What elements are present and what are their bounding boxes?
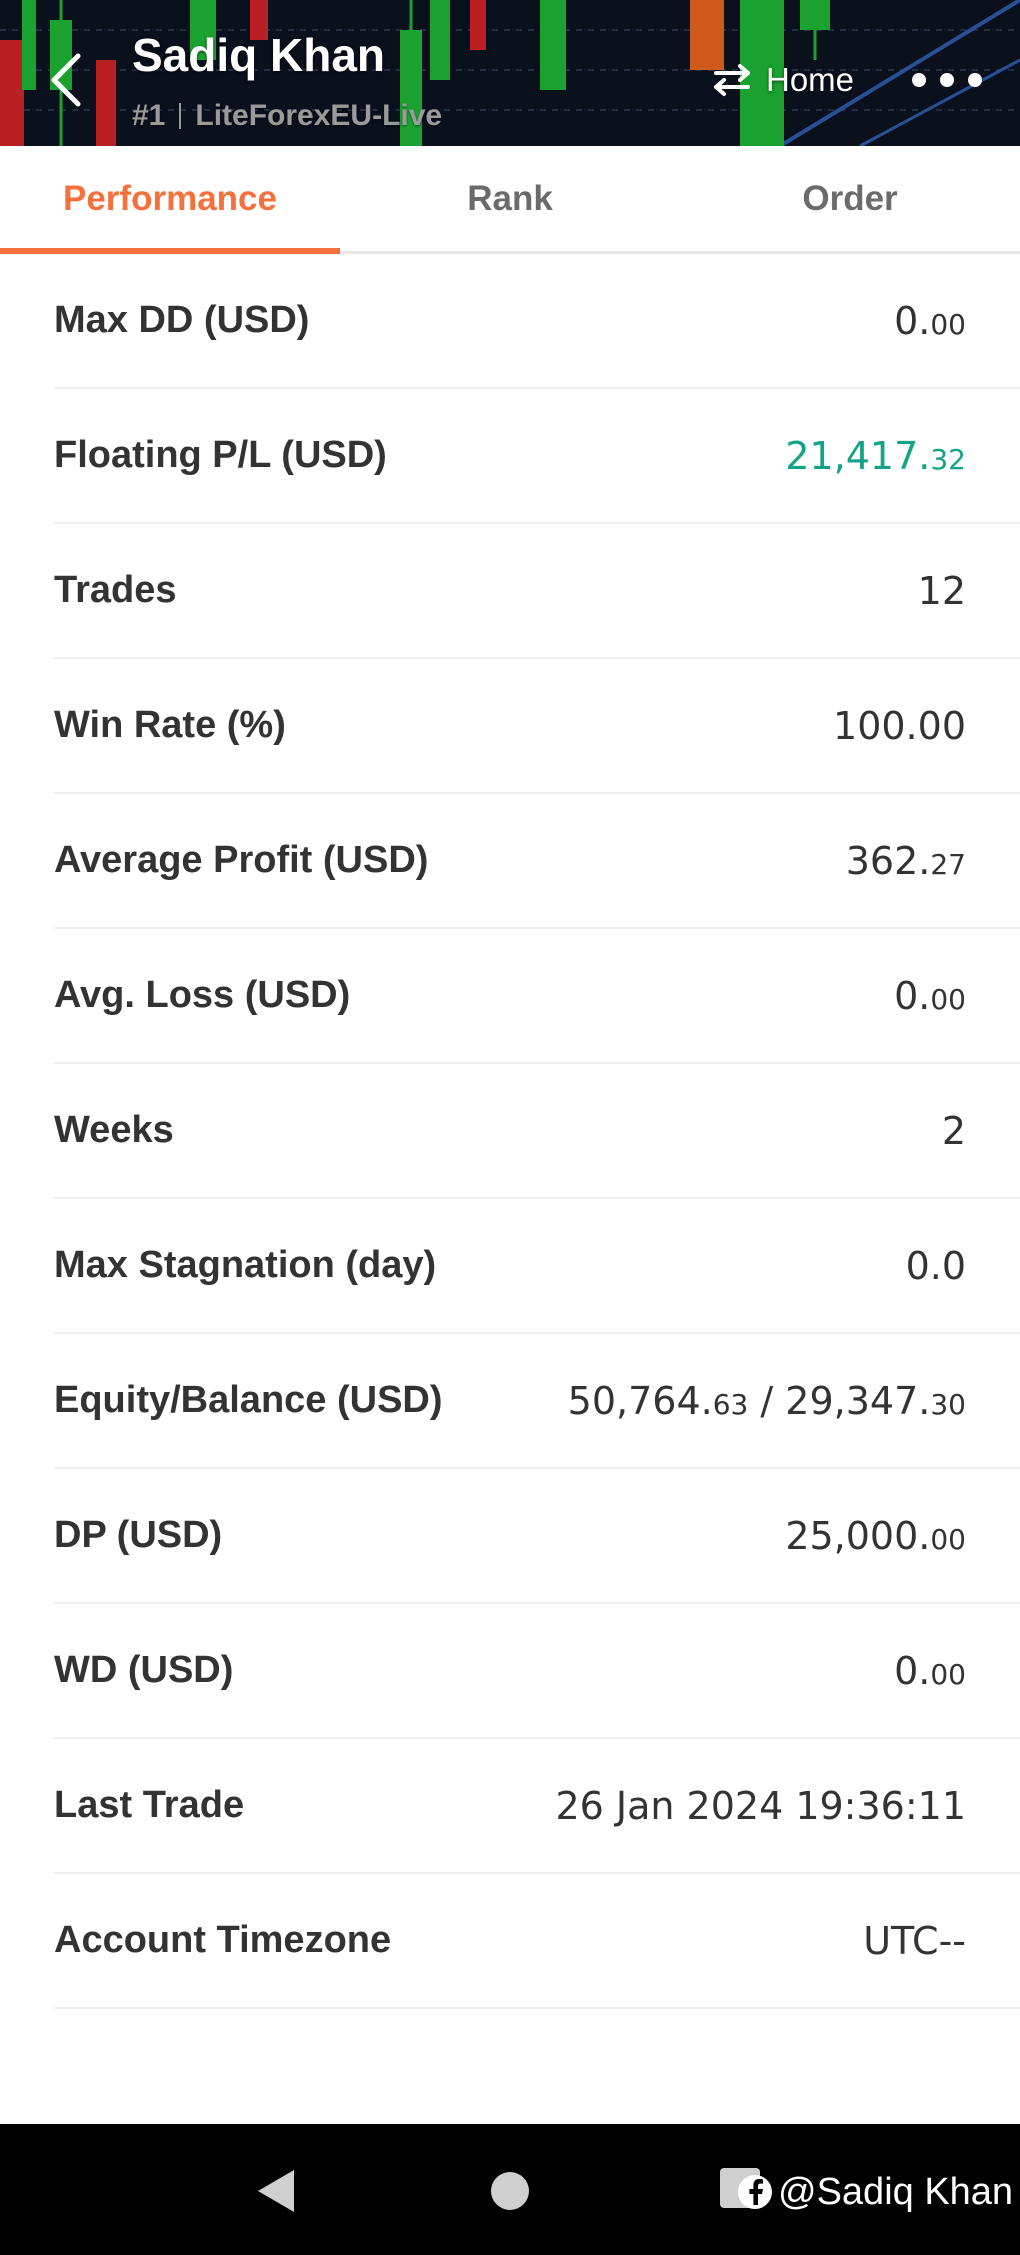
- stat-label: Floating P/L (USD): [54, 434, 387, 476]
- equity-integer: 50,764.: [567, 1378, 713, 1423]
- nav-home-icon[interactable]: [491, 2172, 529, 2210]
- tab-order[interactable]: Order: [680, 146, 1020, 251]
- dot: [940, 73, 954, 87]
- stat-label: Account Timezone: [54, 1919, 392, 1961]
- value-decimal: 00: [930, 982, 966, 1016]
- value-integer: 0.: [894, 298, 931, 343]
- value-integer: 0.: [894, 1648, 931, 1693]
- watermark-text: @Sadiq Khan: [778, 2170, 1014, 2213]
- more-dots-icon[interactable]: [912, 60, 982, 100]
- chevron-left-icon: [51, 53, 81, 107]
- stat-row-dp: DP (USD) 25,000. 00: [54, 1469, 1020, 1604]
- value-integer: 12: [917, 568, 966, 613]
- value-integer: 25,000.: [785, 1513, 931, 1558]
- stat-value: 50,764. 63 / 29,347. 30: [568, 1379, 966, 1423]
- value-integer: 21,417.: [785, 433, 931, 478]
- value-decimal: 32: [930, 442, 966, 476]
- stat-row-wd: WD (USD) 0. 00: [54, 1604, 1020, 1739]
- stat-label: DP (USD): [54, 1514, 223, 1556]
- stat-label: Win Rate (%): [54, 704, 286, 746]
- stat-value: 25,000. 00: [785, 1514, 966, 1558]
- performance-stats-list: Max DD (USD) 0. 00 Floating P/L (USD) 21,…: [0, 254, 1020, 2009]
- tab-bar: Performance Rank Order: [0, 146, 1020, 254]
- watermark: @Sadiq Khan: [738, 2164, 1013, 2220]
- dot: [912, 73, 926, 87]
- account-subtitle: #1 LiteForexEU-Live: [132, 98, 442, 134]
- stat-value: 100.00: [833, 704, 966, 748]
- value-integer: 100.00: [833, 703, 966, 748]
- stat-label: Avg. Loss (USD): [54, 974, 351, 1016]
- stat-row-avg-loss: Avg. Loss (USD) 0. 00: [54, 929, 1020, 1064]
- tab-performance[interactable]: Performance: [0, 146, 340, 254]
- stat-row-max-stagnation: Max Stagnation (day) 0.0: [54, 1199, 1020, 1334]
- system-nav-bar: @Sadiq Khan: [0, 2124, 1020, 2255]
- value-integer: 362.: [845, 838, 931, 883]
- stat-label: Max DD (USD): [54, 299, 310, 341]
- equity-decimal: 63: [712, 1387, 749, 1421]
- stat-value: UTC--: [863, 1919, 966, 1963]
- balance-decimal: 30: [930, 1387, 966, 1421]
- value-datetime: 26 Jan 2024 19:36:11: [555, 1783, 966, 1828]
- value-integer: 0.0: [905, 1243, 966, 1288]
- facebook-icon: [738, 2175, 772, 2209]
- page-title: Sadiq Khan: [132, 29, 386, 81]
- value-integer: 2: [941, 1108, 966, 1153]
- value-decimal: 00: [930, 1657, 966, 1691]
- dot: [968, 73, 982, 87]
- stat-label: Trades: [54, 569, 177, 611]
- rank-badge: #1: [132, 99, 166, 132]
- stat-label: Last Trade: [54, 1784, 245, 1826]
- stat-value: 0. 00: [894, 299, 966, 343]
- stat-value: 0. 00: [894, 974, 966, 1018]
- home-label: Home: [766, 61, 855, 98]
- value-decimal: 00: [930, 1522, 966, 1556]
- stat-row-trades: Trades 12: [54, 524, 1020, 659]
- divider: [179, 103, 182, 129]
- stat-row-last-trade: Last Trade 26 Jan 2024 19:36:11: [54, 1739, 1020, 1874]
- stat-row-max-dd: Max DD (USD) 0. 00: [54, 254, 1020, 389]
- stat-row-win-rate: Win Rate (%) 100.00: [54, 659, 1020, 794]
- stat-label: Average Profit (USD): [54, 839, 429, 881]
- value-timezone: UTC--: [863, 1918, 966, 1963]
- stat-row-average-profit: Average Profit (USD) 362. 27: [54, 794, 1020, 929]
- value-integer: 0.: [894, 973, 931, 1018]
- stat-label: Weeks: [54, 1109, 174, 1151]
- stat-value: 0.0: [906, 1244, 966, 1288]
- stat-row-weeks: Weeks 2: [54, 1064, 1020, 1199]
- stat-label: WD (USD): [54, 1649, 234, 1691]
- stat-value: 12: [918, 569, 966, 613]
- balance-integer: / 29,347.: [748, 1378, 931, 1423]
- stat-value: 21,417. 32: [785, 434, 966, 478]
- tab-rank[interactable]: Rank: [340, 146, 680, 251]
- stat-value: 2: [942, 1109, 966, 1153]
- stat-row-floating-pl: Floating P/L (USD) 21,417. 32: [54, 389, 1020, 524]
- home-button[interactable]: Home: [712, 52, 854, 108]
- value-decimal: 27: [930, 847, 966, 881]
- stat-value: 362. 27: [846, 839, 966, 883]
- back-button[interactable]: [40, 45, 90, 115]
- server-name: LiteForexEU-Live: [195, 99, 443, 132]
- stat-label: Max Stagnation (day): [54, 1244, 437, 1286]
- stat-row-equity-balance: Equity/Balance (USD) 50,764. 63 / 29,347.…: [54, 1334, 1020, 1469]
- nav-back-icon[interactable]: [254, 2168, 300, 2214]
- swap-arrows-icon: [714, 64, 750, 96]
- value-decimal: 00: [930, 307, 966, 341]
- stat-value: 0. 00: [894, 1649, 966, 1693]
- stat-row-account-timezone: Account Timezone UTC--: [54, 1874, 1020, 2009]
- app-header: Sadiq Khan #1 LiteForexEU-Live Home: [0, 0, 1020, 146]
- stat-label: Equity/Balance (USD): [54, 1379, 443, 1421]
- stat-value: 26 Jan 2024 19:36:11: [555, 1784, 966, 1828]
